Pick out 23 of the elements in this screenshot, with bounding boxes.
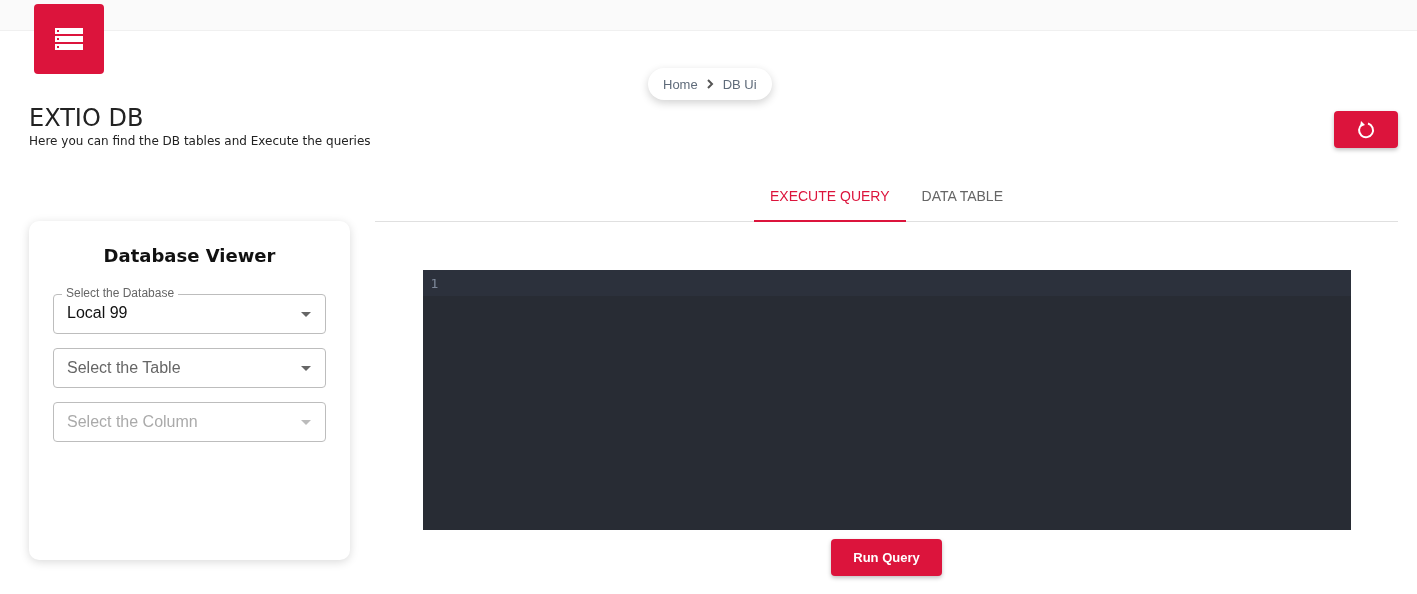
run-query-button[interactable]: Run Query [831, 539, 942, 576]
line-number: 1 [429, 275, 440, 291]
tab[interactable]: DATA TABLE [905, 174, 1019, 222]
page-subtitle: Here you can find the DB tables and Execute the queries [29, 134, 371, 148]
refresh-icon [1357, 120, 1375, 139]
field-value: Local 99 [67, 304, 128, 322]
card-title: Database Viewer [102, 245, 277, 266]
refresh-button[interactable] [1334, 111, 1398, 148]
select-field[interactable]: Select the Table [53, 348, 326, 388]
dropdown-caret-icon [301, 419, 311, 425]
breadcrumb-link[interactable]: Home [663, 76, 698, 92]
field-label: Select the Database [62, 286, 179, 300]
code-editor[interactable]: 1 [422, 270, 1351, 530]
field-placeholder: Select the Table [67, 359, 181, 377]
page-title: EXTIO DB [29, 104, 145, 132]
field-placeholder: Select the Column [67, 413, 198, 431]
tab[interactable]: EXECUTE QUERY [754, 174, 906, 222]
logo-button[interactable] [34, 4, 104, 74]
server-icon [55, 28, 83, 50]
dropdown-caret-icon [301, 311, 311, 317]
breadcrumb-link[interactable]: DB Ui [722, 76, 757, 92]
chevron-icon [706, 79, 714, 89]
dropdown-caret-icon [301, 365, 311, 371]
